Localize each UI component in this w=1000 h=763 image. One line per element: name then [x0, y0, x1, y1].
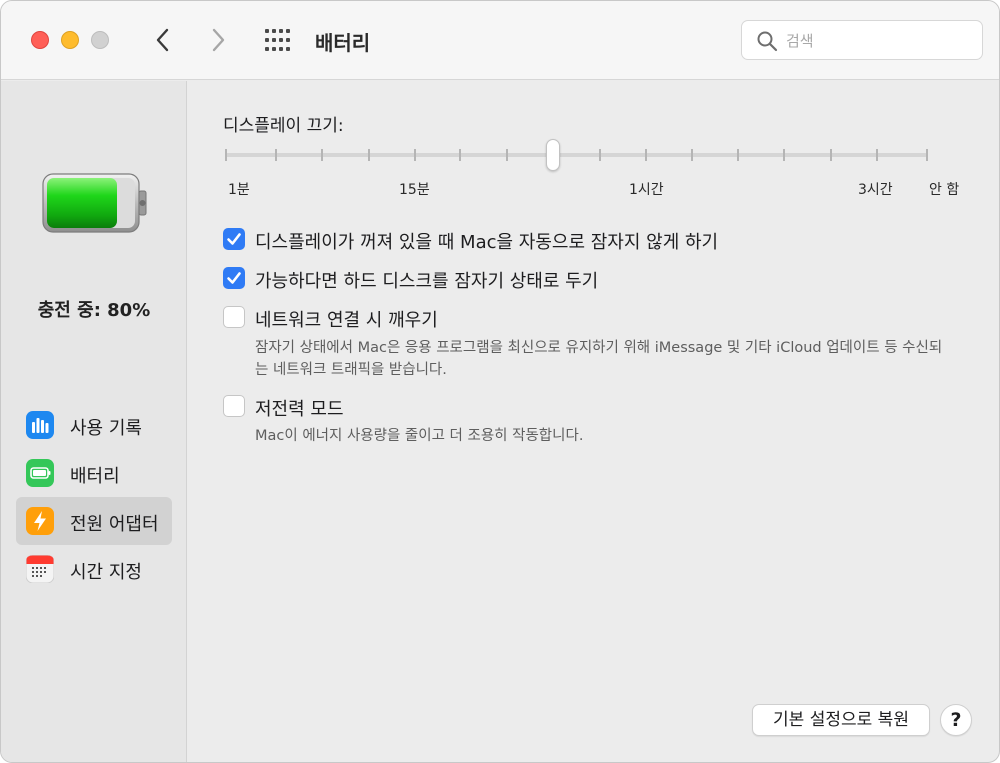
checkmark-icon — [227, 233, 241, 245]
show-all-button[interactable] — [263, 27, 293, 53]
lightning-icon — [26, 507, 54, 535]
search-input[interactable] — [786, 29, 966, 53]
back-button[interactable] — [149, 25, 177, 55]
search-field[interactable] — [741, 20, 983, 60]
wake-network-checkbox[interactable] — [223, 306, 245, 328]
slider-tick — [737, 149, 739, 161]
preferences-window: 배터리 검색 충전 중: 80% 사용 기록 배터리 전원 어댑터 시간 지정 … — [0, 0, 1000, 763]
slider-tick — [459, 149, 461, 161]
slider-tick — [275, 149, 277, 161]
window-title: 배터리 — [315, 31, 371, 55]
sidebar-item-label: 배터리 — [70, 466, 120, 487]
usage-history-icon — [26, 411, 54, 439]
low-power-mode-description: Mac이 에너지 사용량을 줄이고 더 조용히 작동합니다. — [255, 428, 584, 444]
slider-label-1hour: 1시간 — [629, 182, 664, 198]
prevent-sleep-checkbox[interactable] — [223, 228, 245, 250]
hard-disk-sleep-checkbox[interactable] — [223, 267, 245, 289]
slider-tick — [645, 149, 647, 161]
wake-network-label: 네트워크 연결 시 깨우기 — [255, 310, 438, 331]
calendar-icon — [25, 554, 55, 584]
sidebar-item-battery[interactable]: 배터리 — [16, 449, 172, 497]
display-sleep-title: 디스플레이 끄기: — [223, 116, 344, 136]
checkmark-icon — [227, 272, 241, 284]
slider-tick — [830, 149, 832, 161]
zoom-button[interactable] — [91, 31, 109, 49]
restore-defaults-button[interactable]: 기본 설정으로 복원 — [752, 704, 930, 736]
sidebar-item-usage-history[interactable]: 사용 기록 — [16, 401, 172, 449]
help-button[interactable]: ? — [940, 704, 972, 736]
slider-tick — [321, 149, 323, 161]
wake-network-description: 잠자기 상태에서 Mac은 응용 프로그램을 최신으로 유지하기 위해 iMes… — [255, 340, 943, 378]
grid-icon — [265, 29, 290, 51]
slider-tick — [926, 149, 928, 161]
sidebar-item-label: 사용 기록 — [70, 418, 142, 439]
charge-status: 충전 중: 80% — [37, 300, 151, 321]
prevent-sleep-label: 디스플레이가 꺼져 있을 때 Mac을 자동으로 잠자지 않게 하기 — [255, 232, 719, 253]
battery-icon — [26, 459, 54, 487]
forward-button[interactable] — [204, 25, 232, 55]
sidebar-item-schedule[interactable]: 시간 지정 — [16, 545, 172, 593]
sidebar-item-label: 전원 어댑터 — [70, 514, 159, 535]
slider-tick — [691, 149, 693, 161]
close-button[interactable] — [31, 31, 49, 49]
minimize-button[interactable] — [61, 31, 79, 49]
slider-tick — [876, 149, 878, 161]
slider-tick — [368, 149, 370, 161]
slider-label-3hours: 3시간 — [858, 182, 893, 198]
slider-label-1min: 1분 — [228, 182, 250, 198]
hard-disk-sleep-label: 가능하다면 하드 디스크를 잠자기 상태로 두기 — [255, 271, 599, 292]
sidebar: 충전 중: 80% 사용 기록 배터리 전원 어댑터 시간 지정 — [1, 81, 187, 762]
slider-track — [225, 153, 927, 157]
low-power-mode-label: 저전력 모드 — [255, 399, 344, 420]
chevron-left-icon — [156, 28, 169, 52]
slider-tick — [414, 149, 416, 161]
slider-label-never: 안 함 — [929, 182, 960, 198]
search-icon — [757, 31, 778, 52]
slider-tick — [506, 149, 508, 161]
battery-level-icon — [42, 173, 147, 233]
slider-tick — [225, 149, 227, 161]
slider-thumb[interactable] — [546, 139, 560, 171]
sidebar-item-power-adapter[interactable]: 전원 어댑터 — [16, 497, 172, 545]
sidebar-item-label: 시간 지정 — [70, 562, 142, 583]
slider-label-15min: 15분 — [399, 182, 430, 198]
low-power-mode-checkbox[interactable] — [223, 395, 245, 417]
slider-tick — [599, 149, 601, 161]
display-sleep-slider[interactable] — [223, 137, 933, 177]
slider-tick — [783, 149, 785, 161]
titlebar: 배터리 — [1, 1, 999, 80]
chevron-right-icon — [212, 28, 225, 52]
